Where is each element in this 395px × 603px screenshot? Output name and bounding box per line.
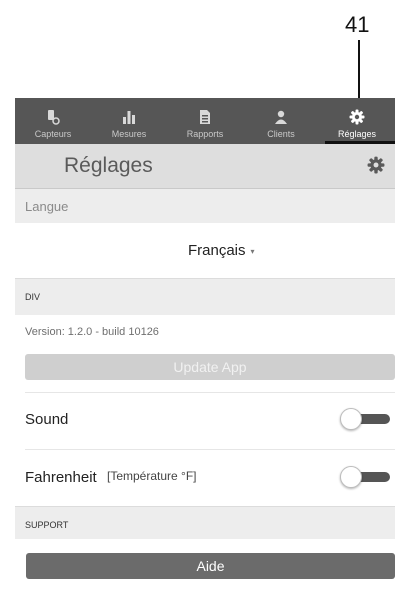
tab-label-rapports: Rapports bbox=[186, 129, 224, 139]
tab-mesures[interactable]: Mesures bbox=[91, 98, 167, 144]
section-div-label: DIV bbox=[25, 292, 41, 302]
help-button[interactable]: Aide bbox=[26, 553, 395, 579]
section-langue: Langue bbox=[15, 189, 395, 223]
page-header: Réglages bbox=[15, 144, 395, 189]
user-icon bbox=[275, 110, 287, 124]
callout-number: 41 bbox=[345, 12, 370, 37]
toggle-knob bbox=[340, 466, 362, 488]
tab-bar: Capteurs Mesures Rapports Clients Réglag… bbox=[15, 98, 395, 144]
tab-label-mesures: Mesures bbox=[111, 129, 147, 139]
chevron-down-icon: ▾ bbox=[250, 246, 255, 256]
tab-label-reglages: Réglages bbox=[337, 129, 377, 139]
section-support: SUPPORT bbox=[15, 506, 395, 539]
tab-label-capteurs: Capteurs bbox=[34, 129, 72, 139]
tab-rapports[interactable]: Rapports bbox=[167, 98, 243, 144]
tab-reglages[interactable]: Réglages bbox=[319, 98, 395, 144]
tab-label-clients: Clients bbox=[267, 129, 295, 139]
bar-chart-icon bbox=[123, 111, 135, 124]
gear-icon bbox=[349, 109, 365, 125]
gear-icon[interactable] bbox=[367, 156, 385, 174]
report-icon bbox=[200, 110, 210, 124]
version-text: Version: 1.2.0 - build 10126 bbox=[25, 326, 159, 338]
fahrenheit-toggle[interactable] bbox=[340, 465, 390, 489]
language-row: Français ▾ bbox=[15, 223, 395, 278]
sensor-icon bbox=[48, 110, 60, 125]
page-title: Réglages bbox=[64, 154, 153, 177]
section-support-label: SUPPORT bbox=[25, 520, 69, 530]
language-selected: Français bbox=[188, 242, 246, 259]
update-app-button[interactable]: Update App bbox=[25, 354, 395, 380]
sound-label: Sound bbox=[25, 411, 69, 428]
fahrenheit-label: Fahrenheit bbox=[25, 469, 97, 486]
divider bbox=[25, 392, 395, 393]
language-select[interactable]: Français ▾ bbox=[188, 242, 255, 259]
toggle-knob bbox=[340, 408, 362, 430]
tab-capteurs[interactable]: Capteurs bbox=[15, 98, 91, 144]
section-div: DIV bbox=[15, 278, 395, 315]
tab-clients[interactable]: Clients bbox=[243, 98, 319, 144]
fahrenheit-sublabel: [Température °F] bbox=[107, 469, 197, 483]
divider bbox=[25, 449, 395, 450]
section-langue-label: Langue bbox=[25, 199, 69, 214]
sound-toggle[interactable] bbox=[340, 407, 390, 431]
